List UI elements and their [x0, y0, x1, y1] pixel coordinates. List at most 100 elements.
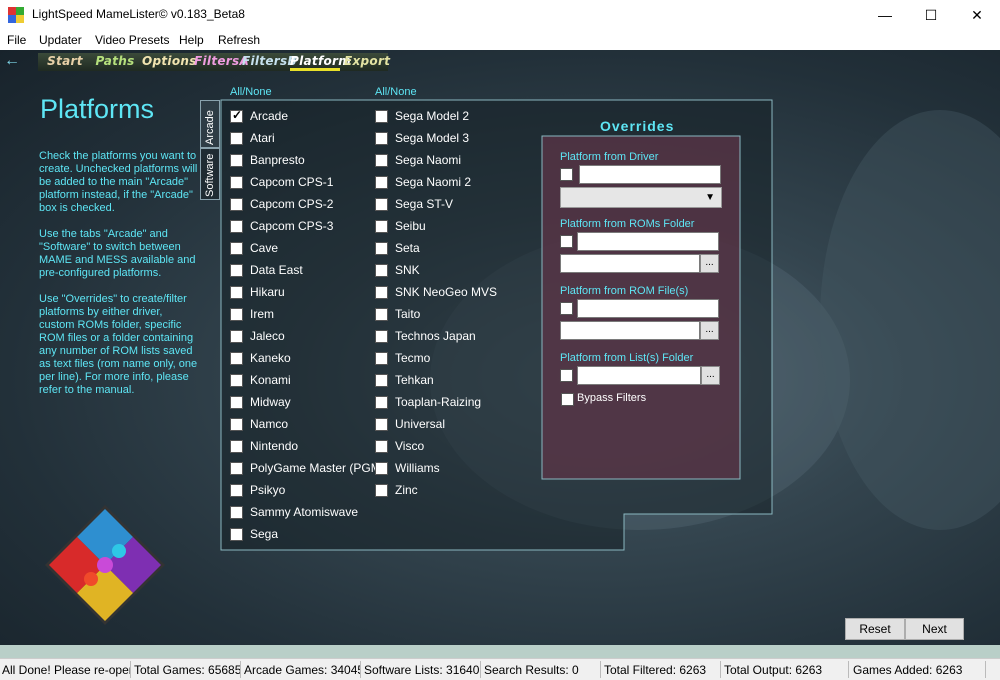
platform-checkbox[interactable]: [230, 285, 243, 299]
platform-option[interactable]: Sega: [230, 526, 278, 542]
platform-option[interactable]: Sega Model 2: [375, 108, 469, 124]
rom-files-name-input[interactable]: [577, 299, 719, 318]
roms-folder-browse-button[interactable]: ...: [700, 254, 719, 273]
platform-option[interactable]: SNK NeoGeo MVS: [375, 284, 497, 300]
platform-option[interactable]: Seta: [375, 240, 420, 256]
platform-checkbox[interactable]: [230, 241, 243, 255]
platform-option[interactable]: Irem: [230, 306, 274, 322]
platform-checkbox[interactable]: [230, 439, 243, 453]
platform-checkbox[interactable]: [375, 395, 388, 409]
roms-folder-name-input[interactable]: [577, 232, 719, 251]
platform-option[interactable]: SNK: [375, 262, 420, 278]
maximize-button[interactable]: ☐: [908, 0, 954, 30]
rom-files-path-input[interactable]: [560, 321, 700, 340]
platform-option[interactable]: Zinc: [375, 482, 418, 498]
platform-checkbox[interactable]: [375, 329, 388, 343]
platform-option[interactable]: Sega Naomi: [375, 152, 461, 168]
platform-option[interactable]: Seibu: [375, 218, 426, 234]
tab-software[interactable]: Software: [200, 148, 220, 200]
platform-option[interactable]: Universal: [375, 416, 445, 432]
platform-option[interactable]: Capcom CPS-2: [230, 196, 333, 212]
platform-checkbox[interactable]: [230, 108, 243, 123]
platform-checkbox[interactable]: [230, 505, 243, 519]
all-none-toggle-col1[interactable]: All/None: [230, 86, 272, 98]
driver-select[interactable]: ▼: [560, 187, 722, 208]
list-folder-path-input[interactable]: [577, 366, 701, 385]
platform-checkbox[interactable]: [375, 307, 388, 321]
minimize-button[interactable]: —: [862, 0, 908, 30]
platform-option[interactable]: Data East: [230, 262, 303, 278]
platform-checkbox[interactable]: [375, 461, 388, 475]
platform-option[interactable]: Sega ST-V: [375, 196, 453, 212]
platform-checkbox[interactable]: [375, 373, 388, 387]
platform-option[interactable]: Namco: [230, 416, 288, 432]
platform-checkbox[interactable]: [375, 131, 388, 145]
menu-file[interactable]: File: [7, 33, 26, 47]
list-folder-browse-button[interactable]: ...: [701, 366, 720, 385]
platform-checkbox[interactable]: [375, 439, 388, 453]
platform-checkbox[interactable]: [375, 417, 388, 431]
platform-checkbox[interactable]: [230, 175, 243, 189]
platform-checkbox[interactable]: [230, 263, 243, 277]
platform-option[interactable]: Arcade: [230, 108, 288, 124]
platform-option[interactable]: Tehkan: [375, 372, 434, 388]
tab-arcade[interactable]: Arcade: [200, 100, 220, 148]
platform-option[interactable]: Jaleco: [230, 328, 285, 344]
platform-option[interactable]: Sega Naomi 2: [375, 174, 471, 190]
rom-files-browse-button[interactable]: ...: [700, 321, 719, 340]
platform-option[interactable]: Capcom CPS-1: [230, 174, 333, 190]
driver-checkbox[interactable]: [560, 168, 573, 181]
platform-checkbox[interactable]: [230, 351, 243, 365]
platform-checkbox[interactable]: [375, 263, 388, 277]
reset-button[interactable]: Reset: [845, 618, 905, 640]
platform-option[interactable]: Toaplan-Raizing: [375, 394, 481, 410]
platform-checkbox[interactable]: [375, 153, 388, 167]
rom-files-checkbox[interactable]: [560, 302, 573, 315]
bypass-filters-checkbox[interactable]: [561, 393, 574, 406]
driver-name-input[interactable]: [579, 165, 721, 184]
menu-refresh[interactable]: Refresh: [218, 33, 260, 47]
platform-checkbox[interactable]: [230, 527, 243, 541]
platform-option[interactable]: Konami: [230, 372, 291, 388]
platform-option[interactable]: Nintendo: [230, 438, 298, 454]
list-folder-checkbox[interactable]: [560, 369, 573, 382]
platform-option[interactable]: Banpresto: [230, 152, 305, 168]
platform-checkbox[interactable]: [230, 329, 243, 343]
platform-checkbox[interactable]: [230, 219, 243, 233]
platform-checkbox[interactable]: [230, 461, 243, 475]
platform-checkbox[interactable]: [230, 197, 243, 211]
menu-updater[interactable]: Updater: [39, 33, 82, 47]
platform-checkbox[interactable]: [230, 153, 243, 167]
platform-checkbox[interactable]: [375, 351, 388, 365]
platform-checkbox[interactable]: [375, 285, 388, 299]
menu-video-presets[interactable]: Video Presets: [95, 33, 170, 47]
platform-checkbox[interactable]: [375, 175, 388, 189]
all-none-toggle-col2[interactable]: All/None: [375, 86, 417, 98]
platform-option[interactable]: Sammy Atomiswave: [230, 504, 358, 520]
platform-option[interactable]: Psikyo: [230, 482, 285, 498]
platform-checkbox[interactable]: [230, 417, 243, 431]
platform-option[interactable]: Sega Model 3: [375, 130, 469, 146]
platform-option[interactable]: Technos Japan: [375, 328, 476, 344]
platform-checkbox[interactable]: [375, 219, 388, 233]
platform-checkbox[interactable]: [230, 131, 243, 145]
platform-checkbox[interactable]: [375, 483, 388, 497]
platform-option[interactable]: Capcom CPS-3: [230, 218, 333, 234]
platform-option[interactable]: Hikaru: [230, 284, 285, 300]
platform-option[interactable]: Tecmo: [375, 350, 430, 366]
platform-checkbox[interactable]: [230, 483, 243, 497]
platform-option[interactable]: Visco: [375, 438, 424, 454]
platform-option[interactable]: Williams: [375, 460, 440, 476]
next-button[interactable]: Next: [905, 618, 964, 640]
platform-option[interactable]: Atari: [230, 130, 275, 146]
platform-checkbox[interactable]: [230, 395, 243, 409]
platform-option[interactable]: Cave: [230, 240, 278, 256]
roms-folder-path-input[interactable]: [560, 254, 700, 273]
platform-checkbox[interactable]: [375, 197, 388, 211]
platform-checkbox[interactable]: [375, 109, 388, 123]
platform-checkbox[interactable]: [375, 241, 388, 255]
roms-folder-checkbox[interactable]: [560, 235, 573, 248]
menu-help[interactable]: Help: [179, 33, 204, 47]
close-button[interactable]: ✕: [954, 0, 1000, 30]
platform-checkbox[interactable]: [230, 307, 243, 321]
